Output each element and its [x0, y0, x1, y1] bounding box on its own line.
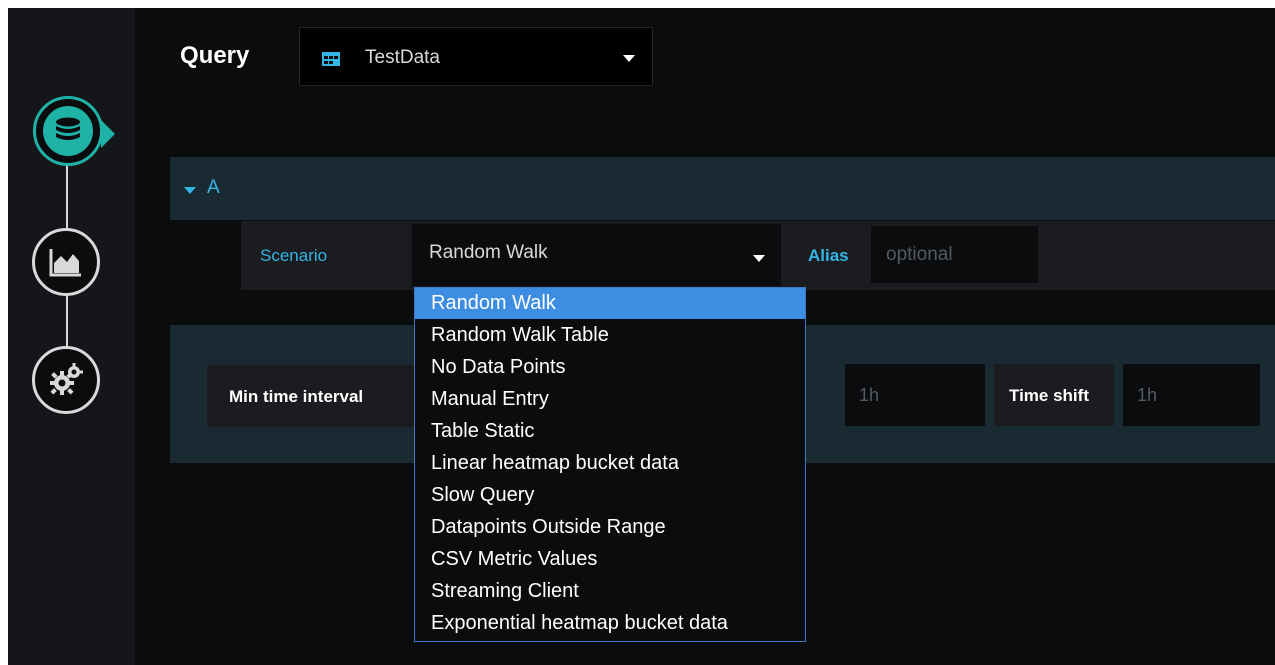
- scenario-select[interactable]: Random Walk: [412, 224, 781, 286]
- step-query[interactable]: [33, 96, 115, 166]
- scenario-label: Scenario: [260, 246, 328, 265]
- step-query-inner: [43, 106, 93, 156]
- max-interval-input[interactable]: [845, 364, 985, 426]
- area-chart-icon: [49, 249, 81, 277]
- active-step-pointer: [101, 120, 115, 148]
- time-shift-label: Time shift: [1009, 386, 1089, 405]
- caret-down-icon: [753, 255, 765, 262]
- min-interval-label: Min time interval: [229, 387, 364, 406]
- scenario-row: Scenario Random Walk Alias: [241, 221, 1275, 290]
- dropdown-option[interactable]: Datapoints Outside Range: [415, 511, 805, 543]
- dropdown-option[interactable]: Streaming Client: [415, 575, 805, 607]
- editor-sidebar: [8, 8, 135, 665]
- alias-label: Alias: [808, 246, 849, 265]
- time-shift-input[interactable]: [1123, 364, 1260, 426]
- min-interval-label-box: Min time interval: [207, 365, 417, 427]
- caret-down-icon: [623, 55, 635, 62]
- dropdown-option[interactable]: Manual Entry: [415, 383, 805, 415]
- datasource-name: TestData: [365, 47, 440, 68]
- time-shift-label-box: Time shift: [994, 364, 1114, 426]
- dropdown-option[interactable]: Random Walk: [415, 288, 805, 319]
- dropdown-option[interactable]: Table Static: [415, 415, 805, 447]
- query-row-header[interactable]: A: [170, 157, 1275, 220]
- query-ref-id: A: [207, 177, 220, 198]
- alias-input[interactable]: [871, 226, 1038, 283]
- dropdown-option[interactable]: Slow Query: [415, 479, 805, 511]
- collapse-caret-icon[interactable]: [184, 187, 196, 194]
- scenario-selected-value: Random Walk: [429, 242, 548, 263]
- query-editor-frame: Query TestData A Scenario Random Walk Al…: [8, 8, 1275, 665]
- gears-icon: [50, 363, 83, 395]
- scenario-dropdown-list[interactable]: Random Walk Random Walk Table No Data Po…: [414, 287, 806, 642]
- step-general[interactable]: [32, 346, 100, 414]
- dropdown-option[interactable]: No Data Points: [415, 351, 805, 383]
- dropdown-option[interactable]: CSV Metric Values: [415, 543, 805, 575]
- dropdown-option[interactable]: Exponential heatmap bucket data: [415, 607, 805, 639]
- testdata-icon: [322, 52, 340, 66]
- step-visualization[interactable]: [32, 228, 100, 296]
- datasource-picker[interactable]: TestData: [299, 27, 653, 86]
- dropdown-option[interactable]: Random Walk Table: [415, 319, 805, 351]
- query-heading: Query: [180, 42, 250, 69]
- database-icon: [56, 117, 80, 140]
- dropdown-option[interactable]: Linear heatmap bucket data: [415, 447, 805, 479]
